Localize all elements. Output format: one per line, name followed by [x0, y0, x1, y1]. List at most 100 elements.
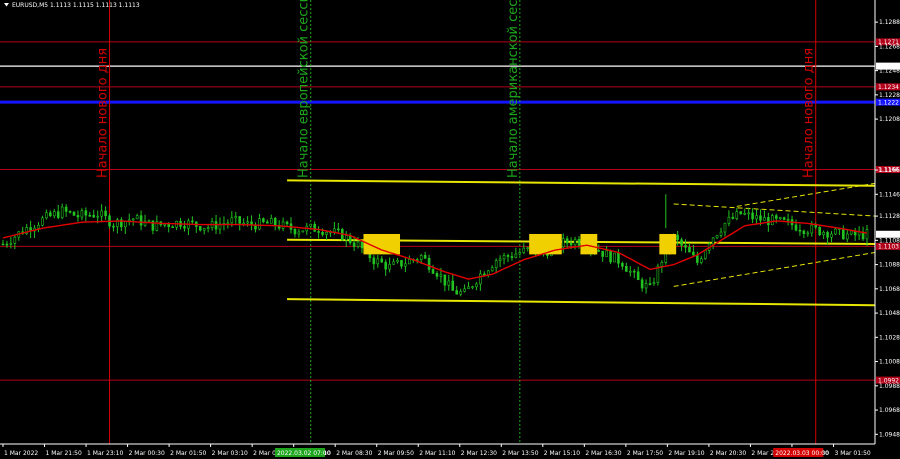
candle-body	[565, 238, 569, 244]
candle-body	[431, 269, 435, 274]
candle-body	[767, 217, 770, 226]
candle-body	[526, 247, 530, 249]
candle-body	[617, 252, 620, 264]
candle-body	[191, 220, 194, 223]
x-tick-label: 2 Mar 08:30	[336, 450, 372, 457]
candle-body	[632, 270, 636, 273]
x-tick-label: 2 Mar 17:50	[627, 450, 663, 457]
candle-body	[518, 252, 522, 255]
candle-body	[124, 220, 127, 228]
y-tick-label: 1.1008	[879, 359, 900, 366]
candle-body	[656, 265, 660, 283]
y-tick-label: 1.1128	[879, 213, 900, 220]
candle-body	[202, 228, 206, 231]
candle-body	[498, 258, 502, 261]
candle-body	[640, 279, 644, 289]
candle-body	[621, 263, 624, 267]
candle-body	[502, 255, 506, 260]
candle-body	[356, 241, 360, 247]
candle-body	[810, 224, 814, 234]
candle-body	[684, 245, 687, 248]
candle-body	[830, 233, 833, 238]
candle-body	[84, 210, 88, 216]
candle-body	[139, 215, 143, 226]
candle-body	[388, 263, 391, 270]
candle-body	[1, 243, 5, 246]
x-tick-label: 2 Mar 00:30	[129, 450, 165, 457]
candle-body	[281, 221, 285, 229]
candle-body	[96, 215, 99, 218]
candle-body	[490, 267, 494, 272]
y-tick-label: 1.1228	[879, 92, 900, 99]
candle-body	[230, 217, 234, 224]
candle-body	[234, 216, 238, 219]
candle-body	[9, 243, 13, 245]
candle-body	[293, 229, 297, 235]
y-tick-label: 1.1208	[879, 116, 900, 123]
candle-body	[171, 226, 174, 228]
candle-body	[739, 211, 743, 215]
candle-body	[743, 213, 746, 215]
candle-body	[636, 271, 640, 281]
level-price-label: 1.1234	[878, 84, 899, 91]
candle-body	[372, 257, 376, 265]
candle-body	[435, 273, 439, 277]
candle-body	[333, 228, 336, 233]
candle-body	[834, 228, 837, 235]
candle-body	[60, 206, 64, 218]
candle-body	[601, 250, 604, 257]
candle-body	[309, 223, 313, 227]
x-tick-label: 2 Mar 20:30	[710, 450, 746, 457]
session-label: Начало нового дня	[802, 48, 817, 178]
candle-body	[700, 258, 703, 263]
candle-body	[5, 243, 9, 246]
candle-body	[688, 247, 691, 253]
candle-body	[301, 230, 305, 233]
candle-body	[514, 253, 518, 258]
x-tick-label: 2 Mar 19:10	[668, 450, 704, 457]
candle-body	[755, 215, 758, 220]
candle-body	[325, 232, 328, 235]
candle-body	[763, 217, 766, 221]
candle-body	[88, 214, 92, 217]
candle-body	[258, 218, 261, 230]
candle-body	[49, 212, 52, 217]
candle-body	[845, 233, 849, 240]
price-chart: 1.12711.12511.12341.12221.11661.11031.09…	[0, 0, 900, 459]
x-tick-label: 3 Mar 01:50	[834, 450, 870, 457]
candle-body	[510, 256, 514, 258]
candle-body	[408, 259, 411, 265]
y-tick-label: 1.1268	[879, 43, 900, 50]
candle-body	[573, 239, 577, 246]
candle-body	[771, 215, 774, 226]
candle-body	[467, 286, 470, 290]
x-tick-label: 2 Mar 13:50	[502, 450, 538, 457]
candle-body	[842, 228, 845, 240]
candle-body	[352, 242, 356, 247]
x-tick-label: 2 Mar 12:30	[461, 450, 497, 457]
candle-body	[72, 211, 76, 216]
candle-body	[522, 247, 526, 253]
candle-body	[56, 211, 60, 218]
candle-body	[609, 250, 612, 263]
candle-body	[849, 230, 853, 235]
candle-body	[198, 226, 202, 231]
candle-body	[112, 225, 115, 228]
candle-body	[727, 216, 731, 224]
x-tick-label: 2 Mar 03:10	[212, 450, 248, 457]
candle-body	[400, 260, 403, 267]
level-price-label: 1.1103	[878, 244, 899, 251]
candle-body	[76, 215, 80, 218]
candle-body	[321, 231, 324, 235]
x-highlight-label: 2022.03.03 00:00	[775, 450, 829, 457]
candle-body	[214, 221, 218, 230]
candle-body	[246, 221, 249, 224]
session-label: Начало европейской сессии	[297, 0, 312, 178]
candle-body	[447, 280, 451, 286]
candle-body	[680, 239, 683, 246]
candle-body	[506, 255, 510, 257]
candle-body	[782, 217, 786, 220]
candle-body	[774, 215, 778, 219]
y-tick-label: 1.1248	[879, 68, 900, 75]
candle-body	[471, 286, 474, 289]
